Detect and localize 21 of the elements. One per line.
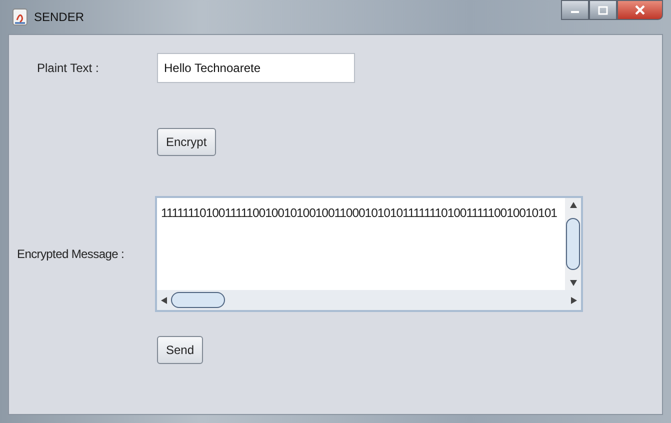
plain-text-field[interactable]: Hello Technoarete: [157, 53, 355, 83]
encrypted-message-label: Encrypted Message :: [16, 247, 126, 261]
vertical-scrollbar[interactable]: [565, 198, 581, 290]
minimize-button[interactable]: [561, 0, 589, 20]
encrypted-message-text: 111111101001111100100101001001100010101011111110100111110010010101: [160, 205, 558, 222]
close-icon: [634, 5, 646, 15]
down-arrow-icon[interactable]: [570, 280, 576, 286]
scrollbar-thumb[interactable]: [566, 218, 580, 270]
left-arrow-icon[interactable]: [161, 296, 167, 304]
maximize-icon: [598, 6, 608, 14]
plain-text-label: Plaint Text :: [36, 61, 100, 75]
app-icon: [12, 8, 28, 26]
window-title: SENDER: [34, 10, 84, 24]
scrollbar-thumb[interactable]: [171, 292, 225, 308]
right-arrow-icon[interactable]: [571, 296, 577, 304]
encrypted-message-area[interactable]: 111111101001111100100101001001100010101011111110100111110010010101: [155, 196, 583, 312]
close-button[interactable]: [617, 0, 663, 20]
encrypt-button[interactable]: Encrypt: [157, 128, 216, 156]
up-arrow-icon[interactable]: [570, 202, 576, 208]
maximize-button[interactable]: [589, 0, 617, 20]
send-button[interactable]: Send: [157, 336, 204, 364]
